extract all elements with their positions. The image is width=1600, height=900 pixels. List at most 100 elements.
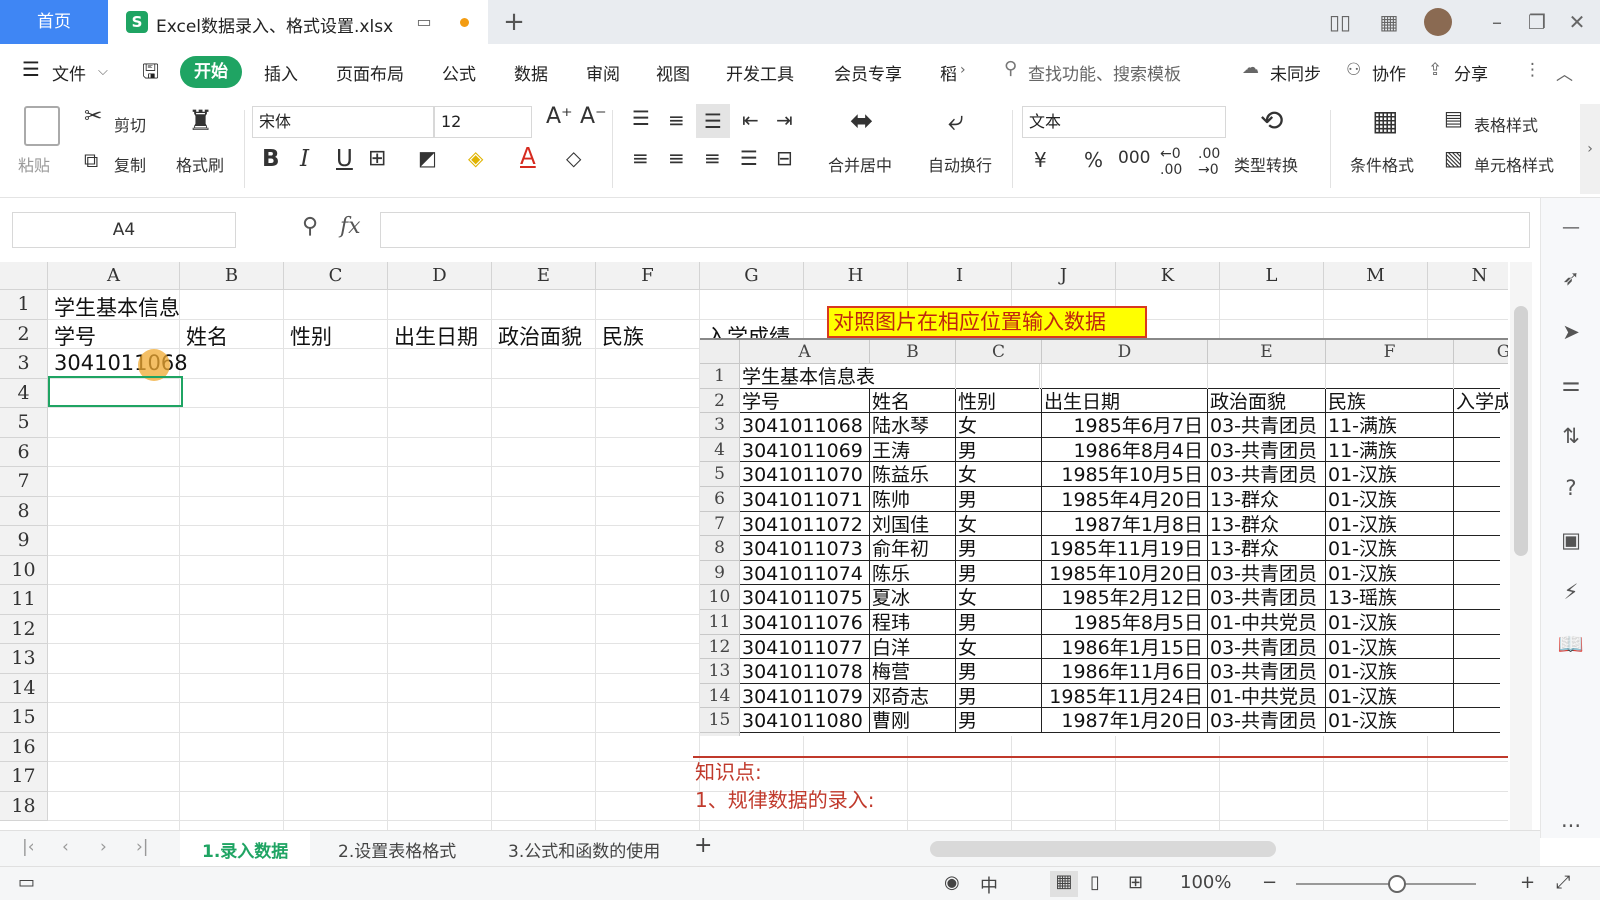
increase-decimal-icon[interactable]: ←0.00 — [1160, 146, 1182, 178]
tab-page-layout[interactable]: 页面布局 — [336, 60, 404, 85]
more-horizontal-icon[interactable]: ··· — [1555, 810, 1587, 842]
column-header[interactable]: C — [284, 262, 388, 290]
fill-color-icon[interactable]: ◈ — [468, 146, 483, 170]
select-all-corner[interactable] — [0, 262, 48, 290]
next-sheet-icon[interactable]: › — [100, 837, 107, 857]
file-menu[interactable]: 文件 — [52, 60, 86, 85]
tab-insert[interactable]: 插入 — [264, 60, 298, 85]
column-header[interactable]: A — [48, 262, 180, 290]
currency-icon[interactable]: ¥ — [1034, 148, 1047, 172]
wrap-text-icon[interactable]: ⤶ — [948, 104, 964, 138]
conditional-format-button[interactable]: 条件格式 — [1350, 152, 1414, 176]
add-sheet-icon[interactable]: + — [694, 833, 712, 858]
tab-sheet-3[interactable]: 3.公式和函数的使用 — [508, 837, 660, 862]
cell-style-icon[interactable]: ▧ — [1444, 146, 1463, 170]
paste-button[interactable]: 粘贴 — [18, 152, 50, 176]
column-header[interactable]: J — [1012, 262, 1116, 290]
decrease-indent-icon[interactable]: ⇤ — [742, 108, 759, 132]
merge-center-icon[interactable]: ⬌ — [850, 104, 873, 137]
formula-input[interactable] — [380, 212, 1530, 248]
tab-formulas[interactable]: 公式 — [442, 60, 476, 85]
italic-button[interactable]: I — [300, 146, 309, 172]
bold-button[interactable]: B — [262, 146, 280, 172]
column-header[interactable]: N — [1428, 262, 1508, 290]
tab-home[interactable]: 开始 — [180, 56, 242, 88]
minimize-icon[interactable]: – — [1482, 0, 1512, 44]
zoom-out-icon[interactable]: − — [1262, 872, 1277, 893]
table-style-button[interactable]: 表格样式 — [1474, 112, 1538, 136]
column-header[interactable]: H — [804, 262, 908, 290]
new-tab-button[interactable]: + — [496, 0, 532, 44]
normal-view-icon[interactable]: ▦ — [1050, 871, 1078, 897]
column-header[interactable]: L — [1220, 262, 1324, 290]
eye-protection-icon[interactable]: ◉ — [944, 872, 960, 893]
special-format-icon[interactable]: ◩ — [418, 146, 437, 170]
number-format-select[interactable]: 文本 — [1022, 106, 1226, 138]
pointer-icon[interactable]: ➤ — [1555, 316, 1587, 348]
cell-e2[interactable]: 政治面貌 — [498, 321, 582, 351]
row-header[interactable]: 1 — [0, 290, 48, 320]
save-icon[interactable]: 🖫 — [142, 57, 159, 91]
home-tab[interactable]: 首页 — [0, 0, 108, 44]
name-box[interactable]: A4 — [12, 212, 236, 248]
justify-icon[interactable]: ☰ — [740, 146, 758, 170]
zoom-slider-handle[interactable] — [1388, 875, 1406, 893]
align-left-icon[interactable]: ≡ — [632, 146, 649, 170]
collaborate-button[interactable]: 协作 — [1372, 60, 1406, 85]
column-header[interactable]: B — [180, 262, 284, 290]
close-icon[interactable]: ✕ — [1560, 0, 1594, 44]
row-header[interactable]: 4 — [0, 378, 48, 408]
row-header[interactable]: 17 — [0, 762, 48, 792]
decrease-font-icon[interactable]: A⁻ — [580, 104, 607, 129]
format-painter-icon[interactable]: ♜ — [188, 104, 213, 137]
share-button[interactable]: 分享 — [1454, 60, 1488, 85]
font-name-select[interactable]: 宋体 — [252, 106, 434, 138]
copy-button[interactable]: 复制 — [114, 152, 146, 176]
rocket-icon[interactable]: ➶ — [1555, 262, 1587, 294]
cell-a2[interactable]: 学号 — [54, 321, 96, 351]
ribbon-scroll-right[interactable]: › — [1580, 104, 1600, 194]
border-icon[interactable]: ⊞ — [368, 146, 386, 171]
lightning-icon[interactable]: ⚡ — [1555, 576, 1587, 608]
tab-sheet-1[interactable]: 1.录入数据 — [202, 837, 288, 862]
horizontal-scroll-thumb[interactable] — [930, 841, 1276, 857]
cell-a1[interactable]: 学生基本信息 — [54, 292, 180, 322]
align-middle-icon[interactable]: ≡ — [668, 108, 685, 132]
column-header[interactable]: K — [1116, 262, 1220, 290]
table-style-icon[interactable]: ▤ — [1444, 106, 1463, 130]
row-header[interactable]: 18 — [0, 791, 48, 821]
eraser-icon[interactable]: ◇ — [566, 146, 581, 170]
cell-b2[interactable]: 姓名 — [186, 321, 228, 351]
restore-icon[interactable]: ❐ — [1522, 0, 1552, 44]
selected-cell-a4[interactable] — [48, 376, 183, 407]
thousands-icon[interactable]: 000 — [1118, 148, 1150, 168]
decrease-decimal-icon[interactable]: .00 →0 — [1198, 146, 1220, 178]
avatar[interactable] — [1424, 8, 1452, 36]
grid-apps-icon[interactable]: ▦ — [1372, 0, 1406, 44]
paste-icon[interactable] — [24, 106, 60, 146]
row-header[interactable]: 5 — [0, 408, 48, 438]
sync-status-button[interactable]: 未同步 — [1270, 60, 1321, 85]
align-center-icon[interactable]: ≡ — [668, 146, 685, 170]
prev-sheet-icon[interactable]: ‹ — [62, 837, 69, 857]
align-top-icon[interactable]: ☰ — [632, 106, 650, 130]
conditional-format-icon[interactable]: ▦ — [1372, 104, 1398, 137]
row-header[interactable]: 11 — [0, 585, 48, 615]
column-header[interactable]: F — [596, 262, 700, 290]
underline-button[interactable]: U — [336, 146, 353, 172]
copy-icon[interactable]: ⧉ — [84, 148, 98, 172]
cut-button[interactable]: 剪切 — [114, 112, 146, 136]
row-header[interactable]: 7 — [0, 467, 48, 497]
cell-style-button[interactable]: 单元格样式 — [1474, 152, 1554, 176]
column-header[interactable]: D — [388, 262, 492, 290]
tab-developer[interactable]: 开发工具 — [726, 60, 794, 85]
scissors-icon[interactable]: ✂ — [84, 104, 102, 129]
row-header[interactable]: 16 — [0, 732, 48, 762]
percent-icon[interactable]: % — [1084, 148, 1103, 172]
column-header[interactable]: I — [908, 262, 1012, 290]
tab-view[interactable]: 视图 — [656, 60, 690, 85]
distributed-icon[interactable]: ⊟ — [776, 146, 793, 170]
book-icon[interactable]: 📖 — [1555, 628, 1587, 660]
row-header[interactable]: 9 — [0, 526, 48, 556]
format-painter-button[interactable]: 格式刷 — [176, 152, 224, 176]
